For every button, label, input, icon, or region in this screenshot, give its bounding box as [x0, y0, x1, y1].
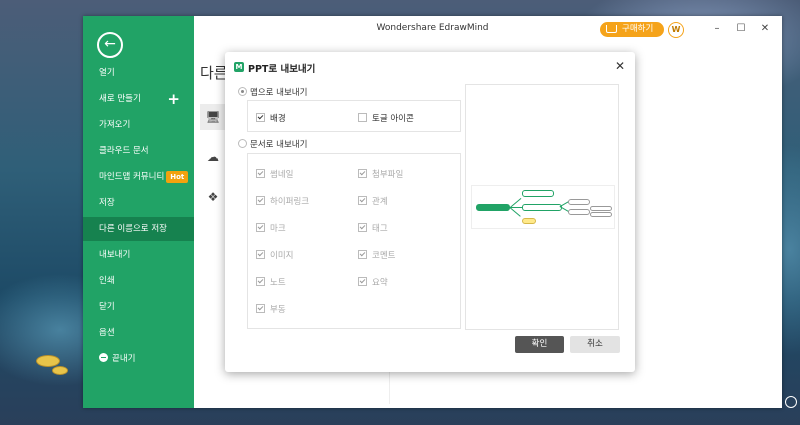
connector-line — [509, 207, 521, 217]
checkbox-icon — [358, 250, 367, 259]
doc-options-box: 썸네일 첨부파일 하이퍼링크 관계 마크 태그 이미지 코멘트 노트 요약 부동 — [247, 153, 461, 329]
checkbox-icon — [358, 169, 367, 178]
option-label: 요약 — [372, 278, 388, 288]
option-label: 부동 — [270, 305, 286, 315]
dialog-title: PPT로 내보내기 — [248, 64, 316, 75]
subtopic-node — [590, 212, 612, 217]
checkbox-icon — [256, 250, 265, 259]
option-mark[interactable]: 마크 — [256, 222, 286, 234]
radio-icon — [238, 139, 247, 148]
option-comment[interactable]: 코멘트 — [358, 249, 395, 261]
ok-button[interactable]: 확인 — [515, 336, 564, 353]
option-label: 마크 — [270, 224, 286, 234]
option-label: 썸네일 — [270, 170, 294, 180]
checkbox-icon — [358, 113, 367, 122]
topic-node — [522, 190, 554, 197]
checkbox-icon — [256, 113, 265, 122]
central-topic-node — [476, 204, 510, 211]
checkbox-icon — [256, 169, 265, 178]
subtopic-node — [568, 199, 590, 205]
option-label: 이미지 — [270, 251, 294, 261]
option-image[interactable]: 이미지 — [256, 249, 293, 261]
option-label: 하이퍼링크 — [270, 197, 310, 207]
export-ppt-dialog: M PPT로 내보내기 ✕ 맵으로 내보내기 배경 토글 아이콘 문서로 내보내… — [225, 52, 635, 372]
option-tag[interactable]: 태그 — [358, 222, 388, 234]
option-relation[interactable]: 관계 — [358, 195, 388, 207]
radio-label: 문서로 내보내기 — [250, 140, 308, 150]
doc-export-radio[interactable]: 문서로 내보내기 — [238, 138, 307, 150]
radio-label: 맵으로 내보내기 — [250, 88, 308, 98]
option-hyperlink[interactable]: 하이퍼링크 — [256, 195, 309, 207]
edrawmind-logo-icon: M — [234, 62, 244, 72]
modal-overlay: M PPT로 내보내기 ✕ 맵으로 내보내기 배경 토글 아이콘 문서로 내보내… — [0, 0, 800, 425]
radio-icon — [238, 87, 247, 96]
option-toggle-icon[interactable]: 토글 아이콘 — [358, 112, 414, 124]
option-summary[interactable]: 요약 — [358, 276, 388, 288]
checkbox-icon — [358, 277, 367, 286]
option-label: 배경 — [270, 114, 286, 124]
option-label: 관계 — [372, 197, 388, 207]
map-options-box: 배경 토글 아이콘 — [247, 100, 461, 132]
option-attachment[interactable]: 첨부파일 — [358, 168, 403, 180]
subtopic-node — [590, 206, 612, 211]
checkbox-icon — [358, 223, 367, 232]
option-label: 토글 아이콘 — [372, 114, 414, 124]
option-label: 노트 — [270, 278, 286, 288]
map-export-radio[interactable]: 맵으로 내보내기 — [238, 86, 307, 98]
checkbox-icon — [256, 223, 265, 232]
option-floating[interactable]: 부동 — [256, 303, 286, 315]
checkbox-icon — [358, 196, 367, 205]
cancel-button[interactable]: 취소 — [570, 336, 620, 353]
checkbox-icon — [256, 277, 265, 286]
mindmap-thumbnail — [471, 185, 615, 229]
settings-gear-icon[interactable] — [785, 396, 797, 408]
checkbox-icon — [256, 196, 265, 205]
option-label: 첨부파일 — [372, 170, 404, 180]
close-icon[interactable]: ✕ — [615, 59, 625, 73]
topic-node — [522, 218, 536, 224]
topic-node — [522, 204, 562, 211]
option-background[interactable]: 배경 — [256, 112, 286, 124]
option-label: 태그 — [372, 224, 388, 234]
option-note[interactable]: 노트 — [256, 276, 286, 288]
subtopic-node — [568, 209, 590, 215]
option-thumbnail[interactable]: 썸네일 — [256, 168, 293, 180]
option-label: 코멘트 — [372, 251, 396, 261]
export-preview — [465, 84, 619, 330]
checkbox-icon — [256, 304, 265, 313]
